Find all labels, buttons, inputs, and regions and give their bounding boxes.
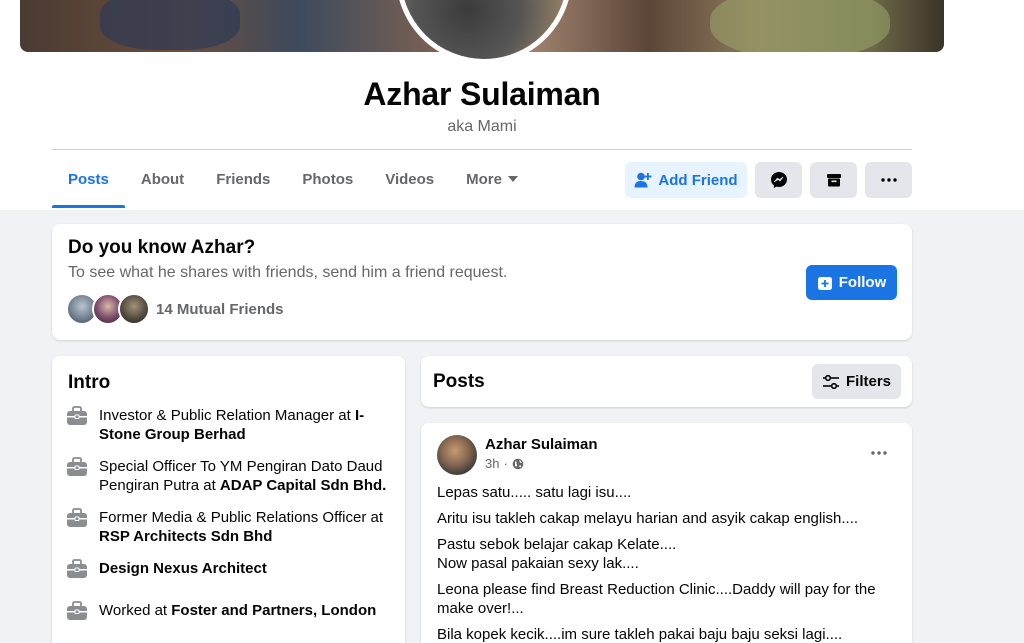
intro-link[interactable]: RSP Architects Sdn Bhd xyxy=(99,528,272,545)
follow-button[interactable]: Follow xyxy=(806,265,897,300)
follow-icon xyxy=(817,276,832,290)
profile-picture[interactable] xyxy=(396,0,572,64)
intro-item: Former Media & Public Relations Officer … xyxy=(66,508,391,546)
tab-label: Posts xyxy=(68,170,109,188)
post-paragraph: Leona please find Breast Reduction Clini… xyxy=(437,581,876,617)
tab-about[interactable]: About xyxy=(125,150,200,208)
intro-card: Intro Investor & Public Relation Manager… xyxy=(52,356,405,643)
messenger-icon xyxy=(770,172,787,188)
add-friend-label: Add Friend xyxy=(658,171,738,189)
profile-actions: Add Friend xyxy=(625,162,912,198)
message-button[interactable] xyxy=(755,162,802,198)
briefcase-icon xyxy=(67,508,87,527)
intro-text: Worked at Foster and Partners, London xyxy=(99,601,376,620)
briefcase-icon xyxy=(67,406,87,425)
profile-nickname: aka Mami xyxy=(447,118,517,135)
intro-title: Intro xyxy=(68,372,111,393)
profile-tabs: Posts About Friends Photos Videos More xyxy=(52,150,534,208)
intro-item: Design Nexus Architect xyxy=(66,559,391,579)
briefcase-icon xyxy=(67,601,87,620)
intro-link[interactable]: Design Nexus Architect xyxy=(99,560,267,577)
tab-label: Photos xyxy=(302,170,354,188)
globe-icon xyxy=(512,458,524,469)
posts-header-card: Posts Filters xyxy=(421,356,912,407)
mutual-friends-count[interactable]: 14 Mutual Friends xyxy=(156,301,284,318)
more-dots-icon xyxy=(871,451,887,455)
intro-text: Former Media & Public Relations Officer … xyxy=(99,508,391,546)
filters-button[interactable]: Filters xyxy=(812,364,901,399)
post-paragraph: Bila kopek kecik....im sure takleh pakai… xyxy=(437,626,843,643)
tab-more[interactable]: More xyxy=(450,150,534,208)
tab-label: Videos xyxy=(385,170,435,188)
friend-suggestion-card: Do you know Azhar? To see what he shares… xyxy=(52,224,912,340)
mutual-friends[interactable]: 14 Mutual Friends xyxy=(66,293,284,325)
intro-item: Investor & Public Relation Manager at I-… xyxy=(66,406,391,444)
post-timestamp[interactable]: 3h xyxy=(485,456,499,471)
tab-label: About xyxy=(140,170,185,188)
filters-icon xyxy=(822,374,839,389)
post-paragraph: Pastu sebok belajar cakap Kelate.... Now… xyxy=(437,536,677,572)
post-options-button[interactable] xyxy=(867,441,891,465)
cover-photo-detail xyxy=(710,0,890,52)
post-paragraph: Lepas satu..... satu lagi isu.... xyxy=(437,484,632,501)
more-options-button[interactable] xyxy=(865,162,912,198)
intro-item: Worked at Foster and Partners, London xyxy=(66,601,391,621)
add-friend-button[interactable]: Add Friend xyxy=(625,162,747,198)
post-author-avatar[interactable] xyxy=(437,435,477,475)
intro-prefix: Worked at xyxy=(99,602,172,619)
intro-item: Special Officer To YM Pengiran Dato Daud… xyxy=(66,457,391,495)
archive-icon xyxy=(826,174,841,187)
post-card: Azhar Sulaiman 3h · Lepas satu..... satu… xyxy=(421,423,912,643)
intro-link[interactable]: ADAP Capital Sdn Bhd. xyxy=(220,477,386,494)
post-author-name[interactable]: Azhar Sulaiman xyxy=(485,436,598,453)
tab-label: More xyxy=(466,170,502,188)
more-dots-icon xyxy=(880,178,897,182)
intro-prefix: Investor & Public Relation Manager at xyxy=(99,407,355,424)
intro-list: Investor & Public Relation Manager at I-… xyxy=(66,406,391,634)
mutual-friend-avatar[interactable] xyxy=(118,293,150,325)
intro-text: Special Officer To YM Pengiran Dato Daud… xyxy=(99,457,391,495)
suggestion-subtitle: To see what he shares with friends, send… xyxy=(68,264,508,281)
caret-down-icon xyxy=(507,176,518,182)
tab-friends[interactable]: Friends xyxy=(200,150,286,208)
add-friend-icon xyxy=(634,172,652,188)
suggestion-title: Do you know Azhar? xyxy=(68,237,256,258)
archive-button[interactable] xyxy=(810,162,857,198)
post-paragraph: Aritu isu takleh cakap melayu harian and… xyxy=(437,510,859,527)
profile-name: Azhar Sulaiman xyxy=(363,76,601,112)
cover-photo-detail xyxy=(100,0,240,50)
meta-separator: · xyxy=(503,456,508,471)
post-meta: 3h · xyxy=(485,456,524,471)
filters-label: Filters xyxy=(845,373,891,390)
intro-text: Design Nexus Architect xyxy=(99,559,267,578)
intro-link[interactable]: Foster and Partners, London xyxy=(171,602,376,619)
tab-photos[interactable]: Photos xyxy=(286,150,369,208)
intro-prefix: Former Media & Public Relations Officer … xyxy=(99,509,383,526)
follow-label: Follow xyxy=(838,274,887,291)
intro-text: Investor & Public Relation Manager at I-… xyxy=(99,406,391,444)
tab-label: Friends xyxy=(216,170,271,188)
tab-videos[interactable]: Videos xyxy=(369,150,450,208)
tab-posts[interactable]: Posts xyxy=(52,150,125,208)
posts-title: Posts xyxy=(433,371,485,392)
post-body: Lepas satu..... satu lagi isu.... Aritu … xyxy=(437,483,899,643)
profile-header: Azhar Sulaiman aka Mami Posts About Frie… xyxy=(0,0,1024,210)
briefcase-icon xyxy=(67,457,87,476)
briefcase-icon xyxy=(67,559,87,578)
